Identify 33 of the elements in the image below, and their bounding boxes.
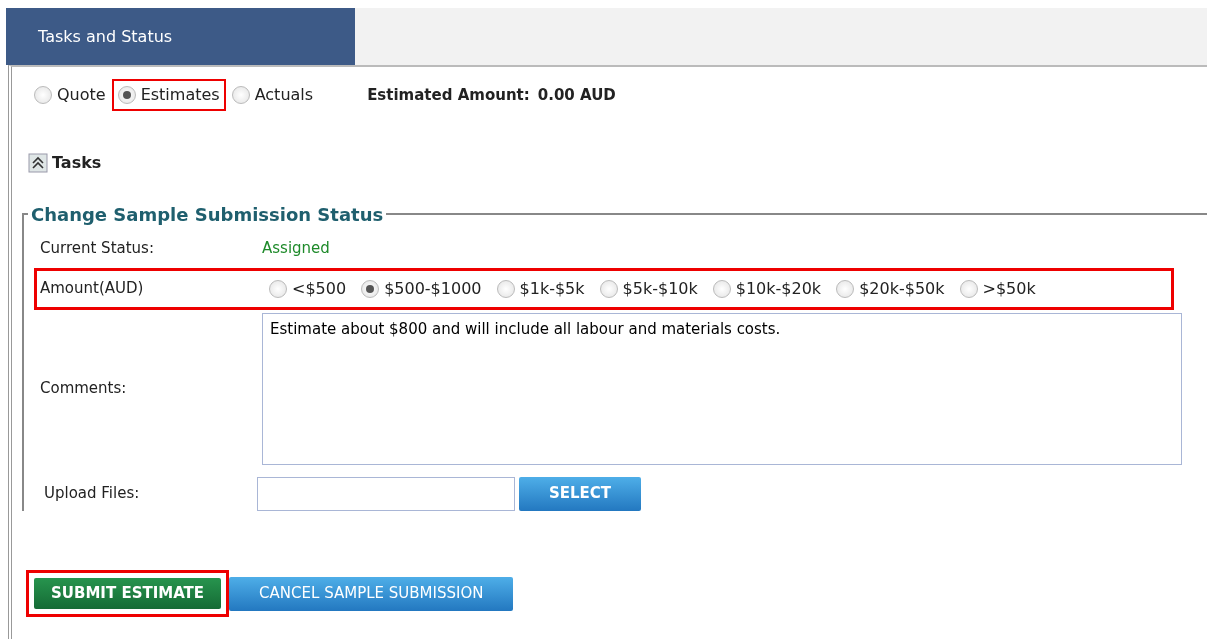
estimated-amount-label: Estimated Amount: <box>367 84 530 106</box>
radio-option[interactable]: Actuals <box>225 79 320 111</box>
radio-option[interactable]: Estimates <box>111 79 226 111</box>
radio-button[interactable] <box>117 86 136 104</box>
radio-option[interactable]: >$50k <box>952 274 1044 303</box>
radio-button[interactable] <box>959 279 978 298</box>
radio-button[interactable] <box>836 279 855 298</box>
submit-button[interactable]: SUBMIT ESTIMATE <box>34 578 222 609</box>
estimated-amount-value: 0.00 AUD <box>537 84 616 106</box>
file-field[interactable] <box>257 476 515 511</box>
tab[interactable]: Tasks and Status <box>6 8 355 65</box>
comments-field[interactable]: Estimate about $800 and will include all labour and materials costs. <box>262 312 1182 465</box>
radio-button[interactable] <box>34 86 52 104</box>
radio-option[interactable]: $20k-$50k <box>829 274 953 303</box>
radio-option[interactable]: Quote <box>28 79 112 111</box>
radio-button[interactable] <box>269 279 287 298</box>
radio-button[interactable] <box>231 86 250 104</box>
field-label: Comments: <box>40 378 128 400</box>
radio-button[interactable] <box>496 279 515 298</box>
field-label: Upload Files: <box>43 483 141 505</box>
status-value: Assigned <box>262 238 330 259</box>
radio-option[interactable]: $1k-$5k <box>489 274 593 303</box>
radio-button[interactable] <box>361 279 380 298</box>
section-title: Tasks <box>52 152 102 174</box>
radio-option[interactable]: <$500 <box>262 274 355 303</box>
radio-button[interactable] <box>712 279 731 298</box>
radio-option[interactable]: $500-$1000 <box>354 274 490 303</box>
field-label: Current Status: <box>40 238 155 259</box>
collapse-icon[interactable] <box>28 153 48 173</box>
field-label: Amount(AUD) <box>40 278 145 300</box>
radio-button[interactable] <box>599 279 618 298</box>
radio-option[interactable]: $10k-$20k <box>705 274 830 303</box>
radio-option[interactable]: $5k-$10k <box>592 274 706 303</box>
